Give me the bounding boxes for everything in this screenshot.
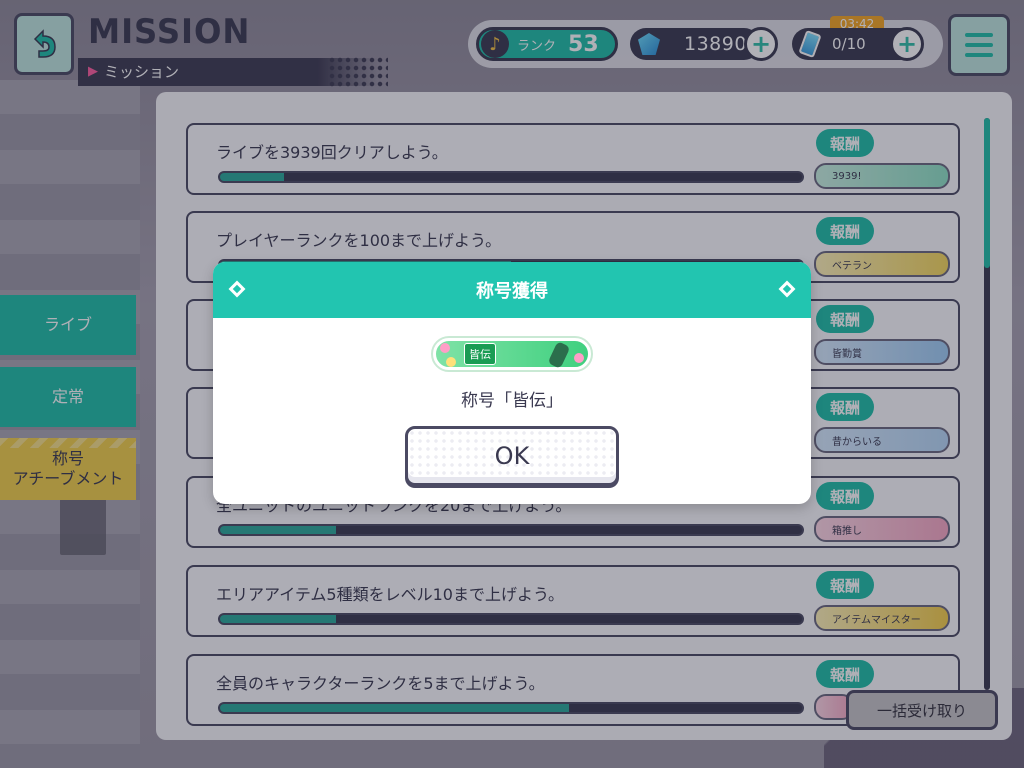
title-tag: 皆伝 <box>464 343 496 365</box>
ok-button[interactable]: OK <box>405 426 619 486</box>
flower-icon <box>446 357 456 367</box>
flower-icon <box>574 353 584 363</box>
dialog-message: 称号「皆伝」 <box>461 391 563 411</box>
diamond-icon <box>778 280 796 298</box>
diamond-icon <box>228 280 246 298</box>
bottle-icon <box>547 341 571 369</box>
flower-icon <box>440 343 450 353</box>
acquired-title-plate: 皆伝 <box>431 336 593 372</box>
dialog-header: 称号獲得 <box>213 262 811 318</box>
bulk-receive-button[interactable]: 一括受け取り <box>846 690 998 730</box>
title-acquired-dialog: 称号獲得 皆伝 称号「皆伝」 OK <box>213 262 811 504</box>
dialog-title: 称号獲得 <box>476 281 548 302</box>
